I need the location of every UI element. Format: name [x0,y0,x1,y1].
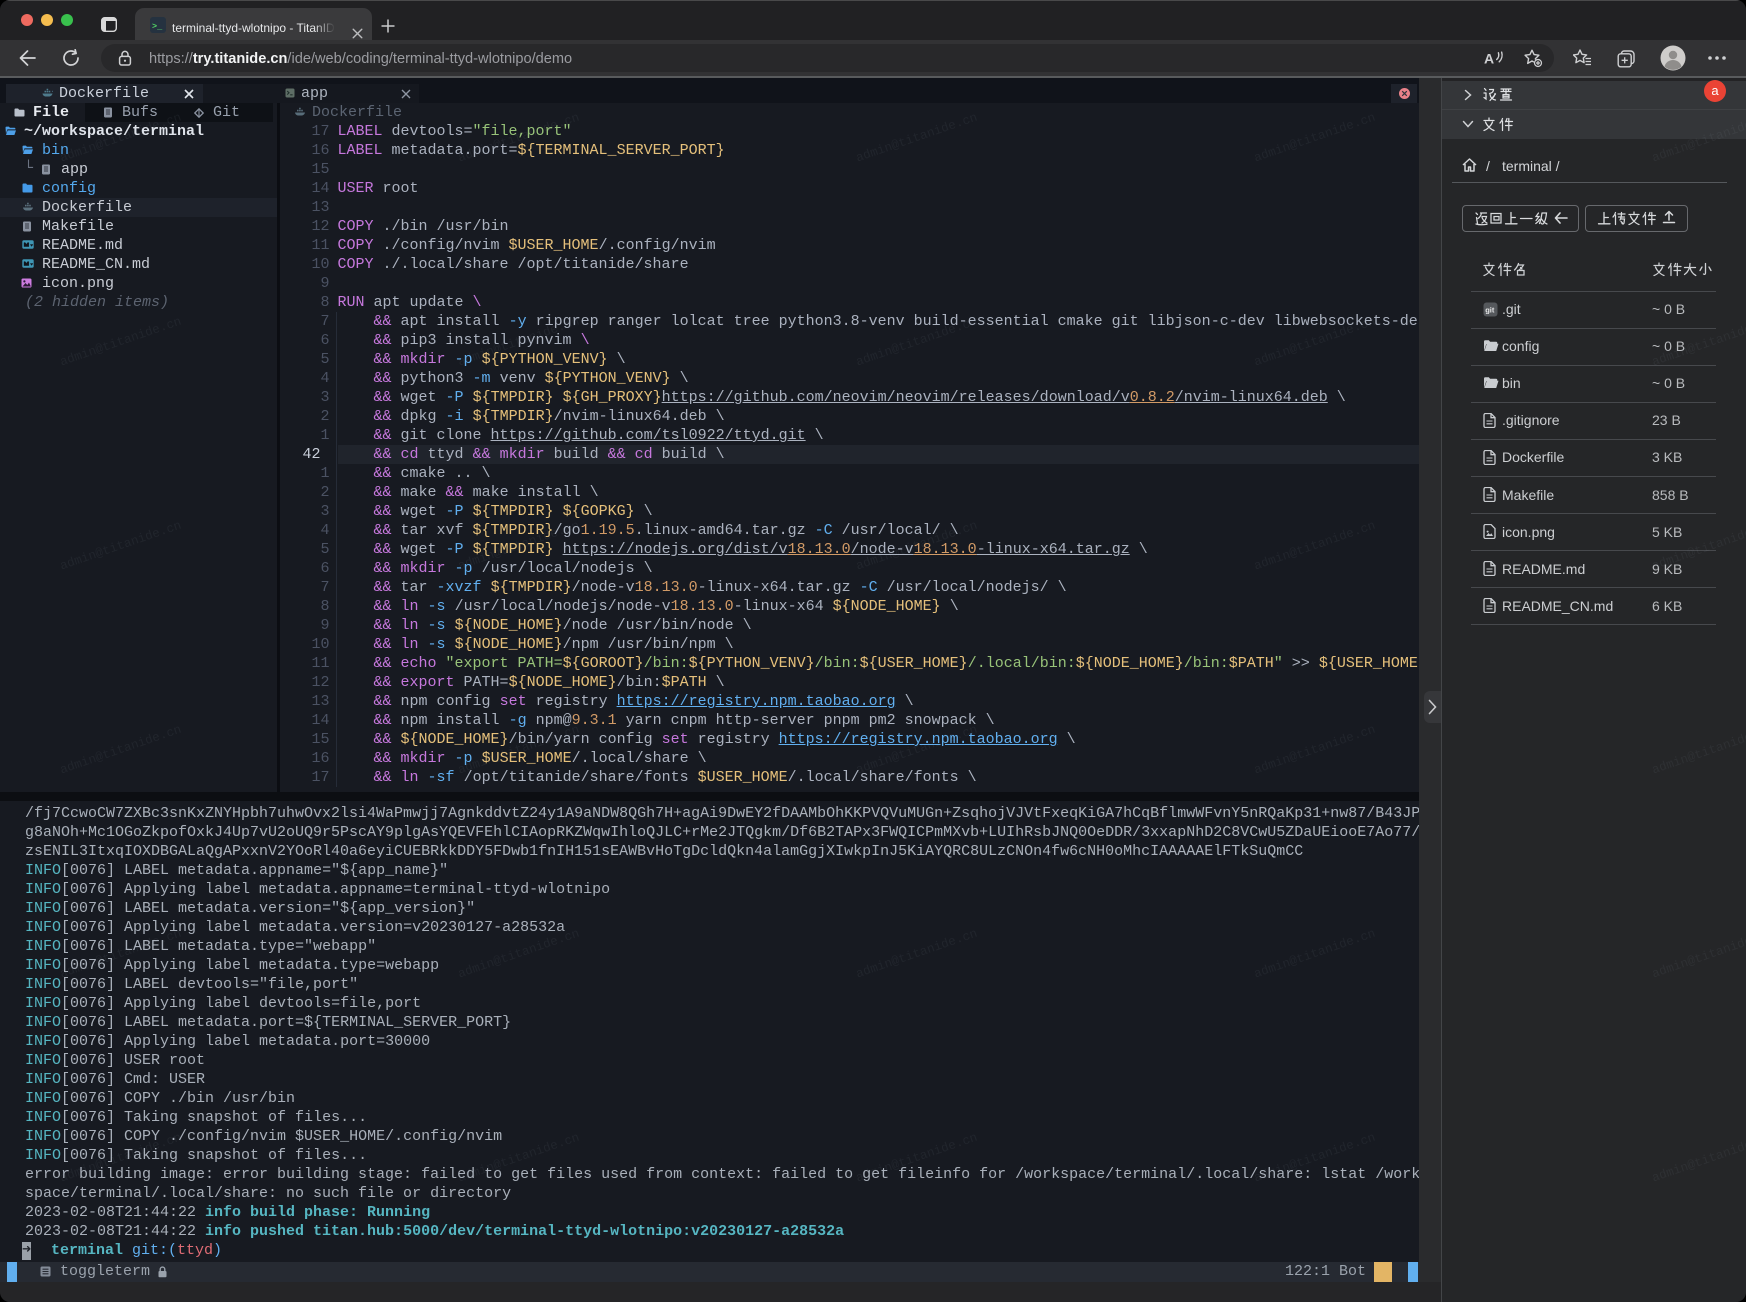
svg-text:>_: >_ [152,22,163,32]
svg-text:git: git [1485,305,1495,314]
svg-text:A: A [1484,51,1494,67]
